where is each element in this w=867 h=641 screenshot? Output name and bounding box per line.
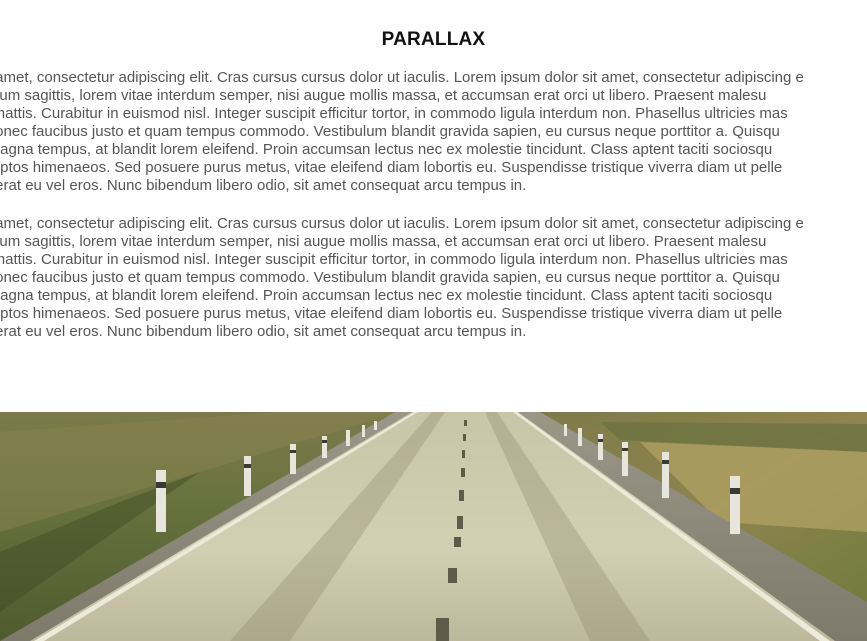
paragraph-line: . Donec faucibus justo et quam tempus co…	[0, 269, 780, 286]
paragraph-line: ibulum sagittis, lorem vitae interdum se…	[0, 87, 767, 104]
parallax-hero-image	[0, 412, 867, 641]
paragraph-line: nceptos himenaeos. Sed posuere purus met…	[0, 159, 783, 176]
section-title: PARALLAX	[381, 29, 486, 50]
paragraph: sit amet, consectetur adipiscing elit. C…	[0, 215, 867, 341]
paragraph-line: lacerat eu vel eros. Nunc bibendum liber…	[0, 177, 527, 194]
paragraph-line: at mattis. Curabitur in euismod nisl. In…	[0, 105, 788, 122]
road-landscape-image	[0, 412, 867, 641]
paragraph-line: s magna tempus, at blandit lorem eleifen…	[0, 141, 773, 158]
paragraph-line: sit amet, consectetur adipiscing elit. C…	[0, 215, 804, 232]
paragraph-line: . Donec faucibus justo et quam tempus co…	[0, 123, 780, 140]
paragraph-line: lacerat eu vel eros. Nunc bibendum liber…	[0, 323, 527, 340]
paragraph-line: sit amet, consectetur adipiscing elit. C…	[0, 69, 804, 86]
paragraph-line: at mattis. Curabitur in euismod nisl. In…	[0, 251, 788, 268]
paragraph-line: s magna tempus, at blandit lorem eleifen…	[0, 287, 773, 304]
paragraph-line: nceptos himenaeos. Sed posuere purus met…	[0, 305, 783, 322]
paragraph: sit amet, consectetur adipiscing elit. C…	[0, 69, 867, 195]
paragraph-line: ibulum sagittis, lorem vitae interdum se…	[0, 233, 767, 250]
parallax-section: PARALLAX sit amet, consectetur adipiscin…	[0, 0, 867, 412]
